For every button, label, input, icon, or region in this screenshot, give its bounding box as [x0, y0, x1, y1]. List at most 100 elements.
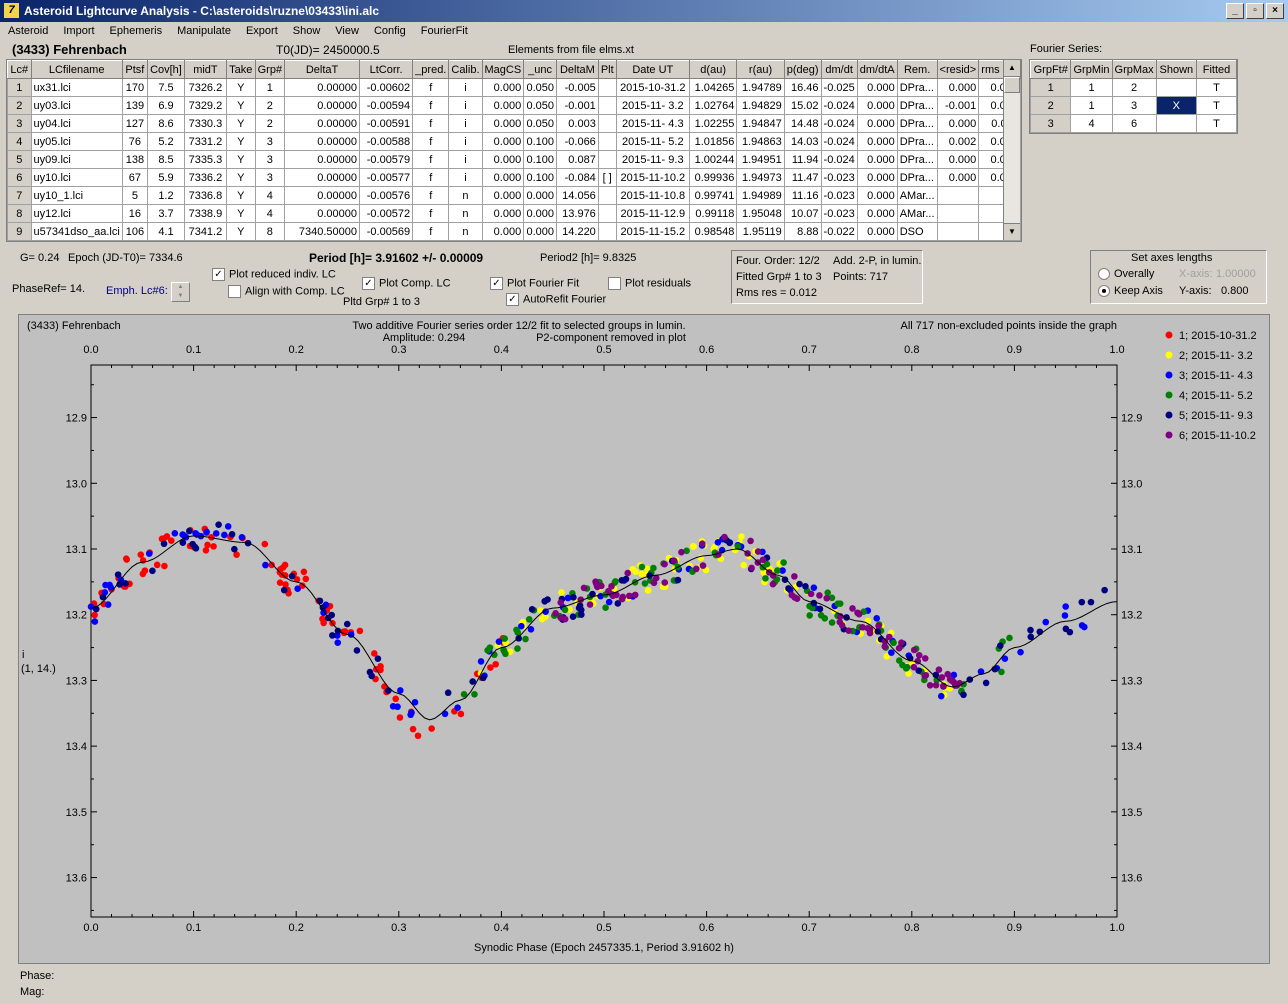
table-cell[interactable]: uy12.lci	[30, 204, 123, 223]
table-cell[interactable]: 0.050	[523, 114, 557, 133]
table-cell[interactable]: -0.022	[820, 222, 858, 241]
table-cell[interactable]: 7329.2	[183, 96, 227, 115]
table-cell[interactable]: 1.02764	[688, 96, 738, 115]
table-cell[interactable]: -0.024	[820, 132, 858, 151]
fourier-cell[interactable]: 1	[1030, 78, 1072, 97]
table-cell[interactable]: 0.000	[856, 186, 898, 205]
table-cell[interactable]: 1	[7, 78, 32, 97]
col-header[interactable]: dm/dt	[820, 60, 858, 79]
table-cell[interactable]: Y	[225, 186, 256, 205]
col-header[interactable]: Take	[225, 60, 256, 79]
table-cell[interactable]: 7336.8	[183, 186, 227, 205]
table-cell[interactable]: 2015-11- 9.3	[615, 150, 690, 169]
table-cell[interactable]: -0.001	[556, 96, 599, 115]
table-cell[interactable]: 0.000	[856, 114, 898, 133]
table-cell[interactable]: AMar...	[896, 186, 938, 205]
menu-view[interactable]: View	[327, 22, 366, 40]
table-cell[interactable]: 139	[121, 96, 149, 115]
table-cell[interactable]: i	[448, 114, 483, 133]
table-cell[interactable]: i	[448, 78, 483, 97]
table-cell[interactable]: 7	[7, 186, 32, 205]
table-cell[interactable]: 3	[7, 114, 32, 133]
table-cell[interactable]: -0.00572	[359, 204, 414, 223]
table-cell[interactable]: AMar...	[896, 204, 938, 223]
table-row[interactable]: 2 uy03.lci 139 6.9 7329.2 Y 2 0.00000 -0.00594 f i…	[7, 96, 1021, 115]
plot-comp-checkbox[interactable]: ✓ Plot Comp. LC	[362, 277, 451, 290]
table-cell[interactable]: DSO	[896, 222, 938, 241]
table-cell[interactable]: Y	[225, 204, 256, 223]
table-cell[interactable]: 0.000	[481, 78, 525, 97]
table-cell[interactable]: 3.7	[147, 204, 185, 223]
col-header[interactable]: Rem.	[896, 60, 938, 79]
table-cell[interactable]: f	[412, 222, 450, 241]
fourier-cell[interactable]: 3	[1111, 96, 1157, 115]
table-cell[interactable]: 106	[121, 222, 149, 241]
table-cell[interactable]: DPra...	[896, 132, 938, 151]
fourier-cell[interactable]: 4	[1070, 114, 1113, 133]
table-cell[interactable]: 4	[254, 186, 286, 205]
table-cell[interactable]: 5.9	[147, 168, 185, 187]
table-cell[interactable]: 1.04265	[688, 78, 738, 97]
table-row[interactable]: 7 uy10_1.lci 5 1.2 7336.8 Y 4 0.00000 -0.00576 f n…	[7, 186, 1021, 205]
table-cell[interactable]: 0.000	[856, 150, 898, 169]
table-cell[interactable]	[936, 186, 980, 205]
table-cell[interactable]: -0.024	[820, 96, 858, 115]
table-cell[interactable]: -0.025	[820, 78, 858, 97]
table-cell[interactable]: 14.220	[556, 222, 599, 241]
table-cell[interactable]: Y	[225, 150, 256, 169]
col-header[interactable]: Calib.	[448, 60, 483, 79]
table-cell[interactable]: 2	[7, 96, 32, 115]
table-cell[interactable]: Y	[225, 222, 256, 241]
table-cell[interactable]: 1.02255	[688, 114, 738, 133]
table-cell[interactable]: i	[448, 168, 483, 187]
table-cell[interactable]: 1	[254, 78, 286, 97]
scroll-up-icon[interactable]: ▲	[1004, 60, 1020, 77]
autorefit-checkbox[interactable]: ✓ AutoRefit Fourier	[506, 293, 606, 306]
table-cell[interactable]: 1.94973	[736, 168, 785, 187]
table-row[interactable]: 9 u57341dso_aa.lci 106 4.1 7341.2 Y 8 7340.5000…	[7, 222, 1021, 241]
table-cell[interactable]: 4	[7, 132, 32, 151]
table-cell[interactable]: 7335.3	[183, 150, 227, 169]
col-header[interactable]: DeltaM	[556, 60, 599, 79]
fourier-cell[interactable]: 2	[1030, 96, 1072, 115]
table-cell[interactable]: uy04.lci	[30, 114, 123, 133]
col-header[interactable]: Plt	[597, 60, 617, 79]
table-cell[interactable]: 0.000	[481, 204, 525, 223]
table-cell[interactable]: 2015-10-31.2	[615, 78, 690, 97]
table-cell[interactable]: 6.9	[147, 96, 185, 115]
table-cell[interactable]: 0.00000	[284, 96, 361, 115]
table-cell[interactable]: 7326.2	[183, 78, 227, 97]
table-cell[interactable]: 15.02	[783, 96, 822, 115]
fourier-cell[interactable]: 6	[1111, 114, 1157, 133]
table-cell[interactable]	[936, 222, 980, 241]
fourier-cell[interactable]: 1	[1070, 78, 1113, 97]
table-cell[interactable]: 11.16	[783, 186, 822, 205]
menu-config[interactable]: Config	[366, 22, 413, 40]
table-cell[interactable]: 2015-11-12.9	[615, 204, 690, 223]
table-cell[interactable]: i	[448, 132, 483, 151]
col-header[interactable]: p(deg)	[783, 60, 822, 79]
table-cell[interactable]: 2015-11-10.2	[615, 168, 690, 187]
scroll-down-icon[interactable]: ▼	[1004, 223, 1020, 240]
table-cell[interactable]	[597, 222, 617, 241]
table-cell[interactable]: 7338.9	[183, 204, 227, 223]
table-scrollbar[interactable]: ▲ ▼	[1003, 60, 1020, 240]
table-cell[interactable]: 16	[121, 204, 149, 223]
table-cell[interactable]: 0.000	[481, 96, 525, 115]
table-cell[interactable]: 14.03	[783, 132, 822, 151]
table-cell[interactable]: 127	[121, 114, 149, 133]
fourier-cell[interactable]: 2	[1111, 78, 1157, 97]
y-axis-value[interactable]: 0.800	[1221, 285, 1249, 297]
table-cell[interactable]: uy03.lci	[30, 96, 123, 115]
minimize-button[interactable]: _	[1226, 3, 1244, 19]
table-cell[interactable]: -0.024	[820, 150, 858, 169]
table-cell[interactable]: 0.00000	[284, 150, 361, 169]
fourier-row[interactable]: 346 T	[1030, 114, 1237, 133]
table-cell[interactable]: -0.00602	[359, 78, 414, 97]
table-cell[interactable]: -0.00576	[359, 186, 414, 205]
table-cell[interactable]: 11.94	[783, 150, 822, 169]
maximize-button[interactable]: ▫	[1246, 3, 1264, 19]
table-cell[interactable]: 1.95119	[736, 222, 785, 241]
table-cell[interactable]: n	[448, 204, 483, 223]
table-cell[interactable]: 0.003	[556, 114, 599, 133]
